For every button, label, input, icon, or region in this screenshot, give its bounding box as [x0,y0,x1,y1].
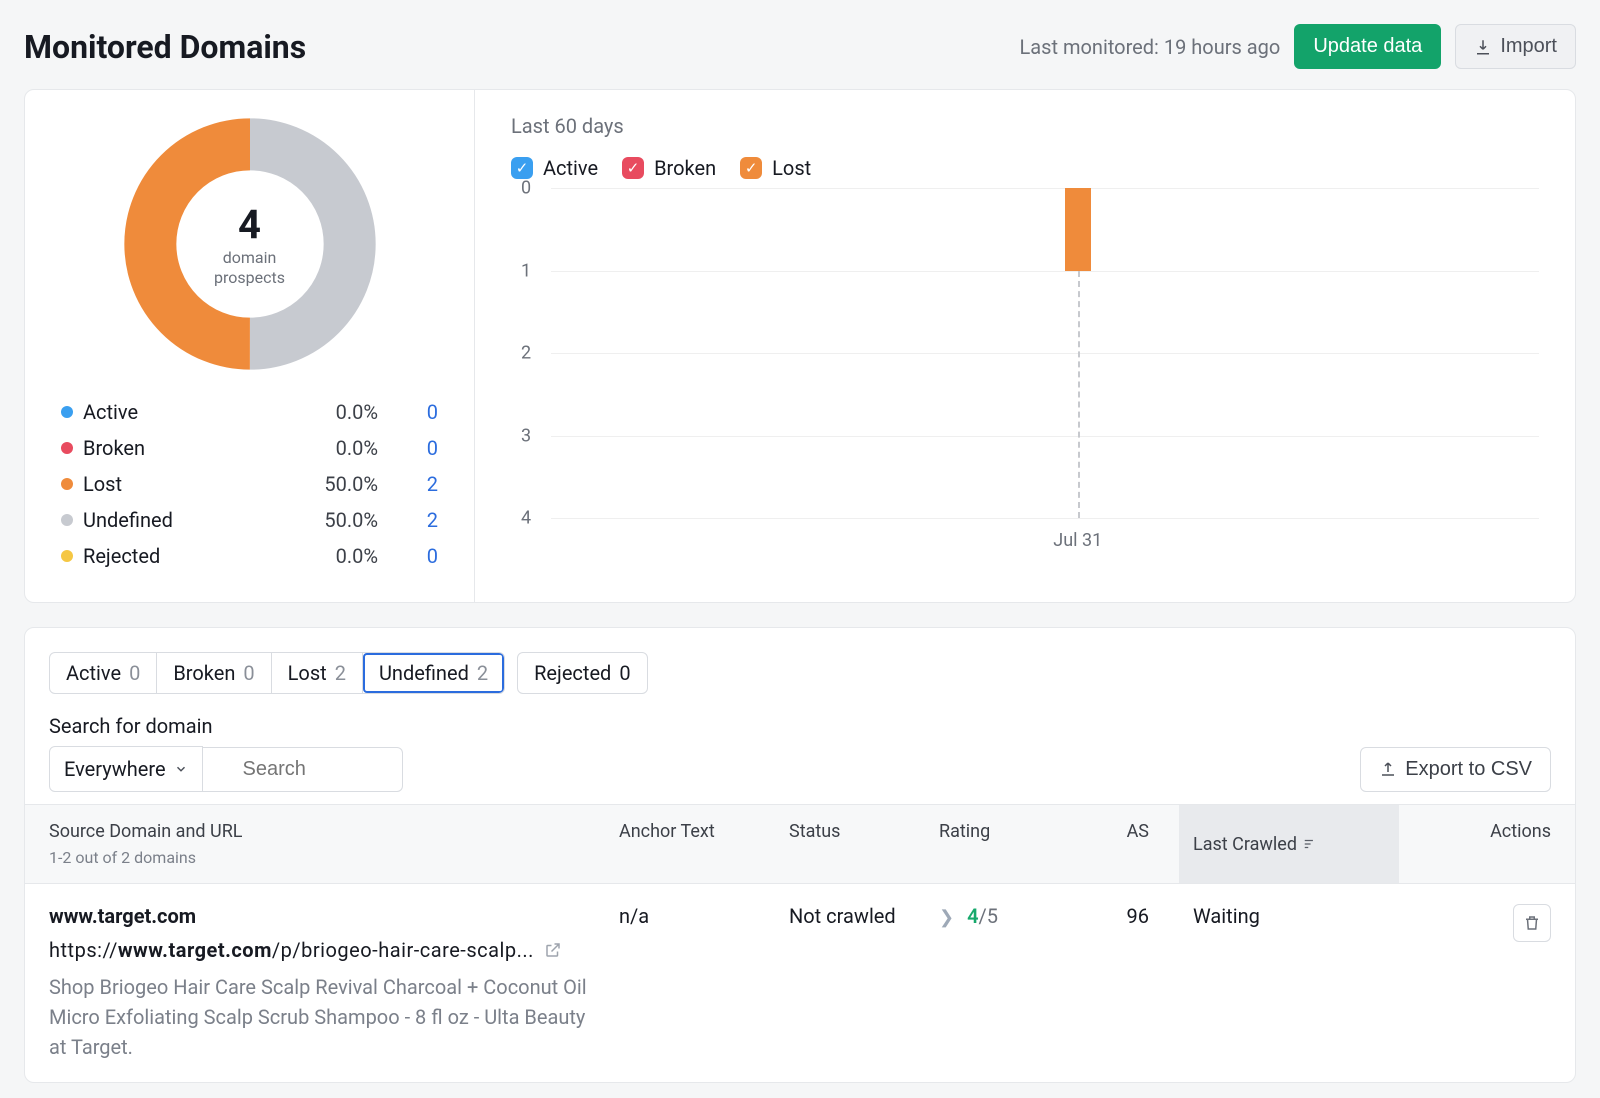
tab-lost[interactable]: Lost2 [272,653,363,693]
import-button-label: Import [1500,35,1557,58]
chart-reference-line [1078,271,1080,519]
chart-legend-broken[interactable]: ✓Broken [622,156,716,180]
legend-row-broken[interactable]: Broken 0.0% 0 [61,430,438,466]
chart-title: Last 60 days [511,114,1539,138]
th-anchor: Anchor Text [619,821,789,867]
th-actions: Actions [1399,821,1551,867]
grid-line [551,271,1539,272]
legend-pct: 0.0% [288,436,378,460]
grid-line [551,353,1539,354]
undefined-dot-icon [61,514,73,526]
tab-active[interactable]: Active0 [50,653,157,693]
legend-pct: 50.0% [288,472,378,496]
tab-broken[interactable]: Broken0 [157,653,271,693]
rejected-dot-icon [61,550,73,562]
checkbox-icon: ✓ [622,157,644,179]
legend-row-undefined[interactable]: Undefined 50.0% 2 [61,502,438,538]
donut-center-number: 4 [238,201,261,248]
legend-count: 0 [378,400,438,424]
row-url[interactable]: https://www.target.com/p/briogeo-hair-ca… [49,938,619,962]
legend-row-rejected[interactable]: Rejected 0.0% 0 [61,538,438,574]
last-monitored-text: Last monitored: 19 hours ago [1019,35,1280,59]
chevron-right-icon: ❯ [939,907,954,928]
row-anchor-text: n/a [619,904,789,928]
donut-center-subtitle: domainprospects [214,248,285,286]
y-tick-label: 4 [521,508,531,529]
y-tick-label: 2 [521,343,531,364]
chart-bar-lost [1065,188,1091,271]
lost-dot-icon [61,478,73,490]
legend-label: Active [83,400,288,424]
y-tick-label: 3 [521,425,531,446]
th-rating: Rating [939,821,1079,867]
chart-legend-lost[interactable]: ✓Lost [740,156,811,180]
checkbox-icon: ✓ [511,157,533,179]
overview-card: 4 domainprospects Active 0.0% 0 Broken 0… [24,89,1576,603]
th-source-sub: 1-2 out of 2 domains [49,848,619,867]
y-tick-label: 0 [521,178,531,199]
th-source: Source Domain and URL [49,821,619,842]
download-icon [1474,38,1492,56]
external-link-icon[interactable] [544,941,562,959]
search-label: Search for domain [25,694,1575,746]
status-filter-segments: Active0Broken0Lost2Undefined2 [49,652,505,694]
legend-row-lost[interactable]: Lost 50.0% 2 [61,466,438,502]
import-button[interactable]: Import [1455,24,1576,69]
legend-count: 0 [378,436,438,460]
trash-icon [1523,914,1541,932]
th-status: Status [789,821,939,867]
update-data-button[interactable]: Update data [1294,24,1441,69]
legend-count: 0 [378,544,438,568]
y-tick-label: 1 [521,260,531,281]
th-last-crawled[interactable]: Last Crawled [1179,805,1399,883]
legend-pct: 50.0% [288,508,378,532]
chevron-down-icon [174,762,188,776]
row-status: Not crawled [789,904,939,928]
table-header-row: Source Domain and URL 1-2 out of 2 domai… [25,804,1575,884]
export-csv-button[interactable]: Export to CSV [1360,747,1551,792]
legend-label: Rejected [83,544,288,568]
chart-legend-active[interactable]: ✓Active [511,156,598,180]
x-tick-label: Jul 31 [1053,530,1102,551]
search-input[interactable] [203,747,403,792]
sort-icon [1303,837,1317,851]
legend-label: Undefined [83,508,288,532]
domains-table-card: Active0Broken0Lost2Undefined2 Rejected 0… [24,627,1576,1083]
legend-row-active[interactable]: Active 0.0% 0 [61,394,438,430]
legend-pct: 0.0% [288,400,378,424]
grid-line [551,188,1539,189]
legend-label: Lost [83,472,288,496]
donut-panel: 4 domainprospects Active 0.0% 0 Broken 0… [25,90,475,602]
bar-chart-area: 01234Jul 31 [551,188,1539,548]
row-as-score: 96 [1079,904,1179,928]
row-last-crawled: Waiting [1179,904,1399,928]
export-csv-label: Export to CSV [1405,758,1532,781]
search-scope-select[interactable]: Everywhere [49,746,203,792]
table-row: www.target.com https://www.target.com/p/… [25,884,1575,1082]
legend-label: Broken [83,436,288,460]
tab-rejected-label: Rejected [534,661,611,685]
legend-pct: 0.0% [288,544,378,568]
tab-rejected[interactable]: Rejected 0 [517,652,647,694]
legend-count: 2 [378,508,438,532]
row-domain-name[interactable]: www.target.com [49,904,619,928]
row-rating[interactable]: ❯ 4/5 [939,904,1079,928]
th-as: AS [1079,821,1179,867]
page-title: Monitored Domains [24,28,306,66]
search-scope-value: Everywhere [64,757,166,781]
row-description: Shop Briogeo Hair Care Scalp Revival Cha… [49,972,589,1062]
upload-icon [1379,760,1397,778]
grid-line [551,518,1539,519]
tab-rejected-count: 0 [619,661,630,685]
checkbox-icon: ✓ [740,157,762,179]
legend-count: 2 [378,472,438,496]
delete-row-button[interactable] [1513,904,1551,942]
active-dot-icon [61,406,73,418]
grid-line [551,436,1539,437]
broken-dot-icon [61,442,73,454]
tab-undefined[interactable]: Undefined2 [363,653,504,693]
timeline-chart-panel: Last 60 days ✓Active✓Broken✓Lost 01234Ju… [475,90,1575,602]
